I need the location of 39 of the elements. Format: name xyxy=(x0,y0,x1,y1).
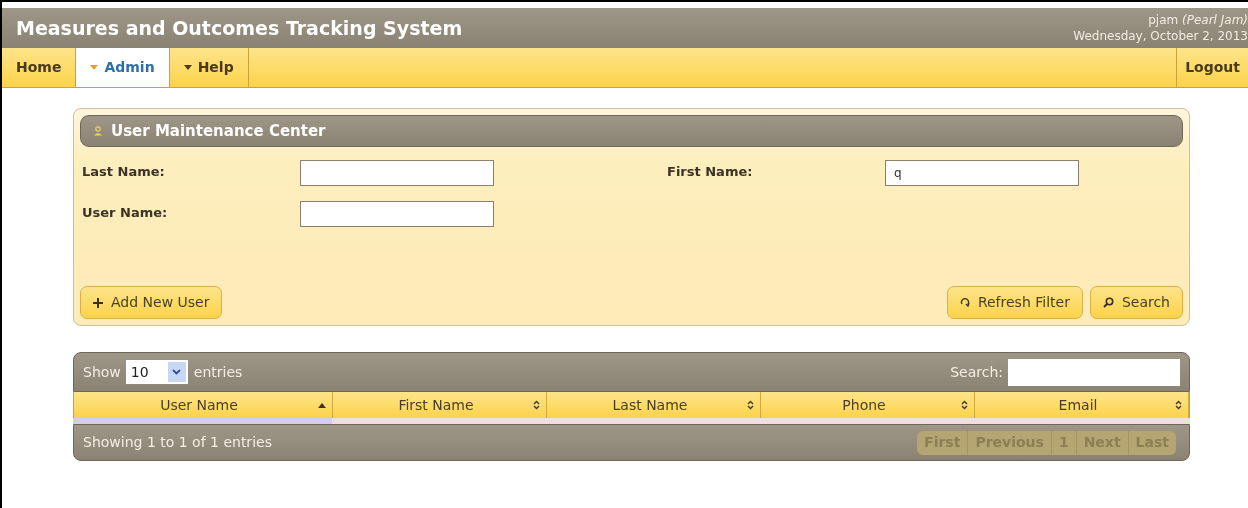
column-header[interactable]: Email xyxy=(975,392,1189,418)
text-field[interactable] xyxy=(300,201,494,227)
sort-icon xyxy=(1175,400,1182,410)
caret-icon xyxy=(183,65,192,70)
text-field[interactable]: q xyxy=(885,160,1079,186)
show-label: Show xyxy=(83,362,121,382)
user-icon xyxy=(93,126,103,136)
search-button[interactable]: Search xyxy=(1089,286,1183,319)
search-icon xyxy=(1102,297,1114,308)
refresh-icon xyxy=(959,297,970,308)
column-header[interactable]: First Name xyxy=(333,392,547,418)
sort-icon xyxy=(747,400,754,410)
add-user-button[interactable]: Add New User xyxy=(80,286,223,319)
current-date: Wednesday, October 2, 2013 xyxy=(1073,28,1248,44)
refresh-filter-button[interactable]: Refresh Filter xyxy=(946,286,1083,319)
sort-icon xyxy=(961,400,968,410)
user-name: pjam (Pearl Jam) xyxy=(1148,12,1248,28)
nav-tab[interactable]: Help xyxy=(169,48,249,87)
chevron-down-icon xyxy=(172,369,182,375)
logout-link[interactable]: Logout xyxy=(1176,48,1248,87)
column-header[interactable]: User Name xyxy=(74,392,333,418)
field-label: User Name: xyxy=(82,204,169,222)
sort-ascending-icon xyxy=(318,402,326,408)
table-search-field[interactable] xyxy=(1008,358,1180,386)
column-header[interactable]: Phone xyxy=(761,392,975,418)
search-label: Search: xyxy=(950,362,1003,382)
table-info: Showing 1 to 1 of 1 entries xyxy=(83,433,272,452)
entries-label: entries xyxy=(193,362,243,382)
plus-icon xyxy=(93,297,103,308)
field-label: First Name: xyxy=(667,163,754,181)
sort-icon xyxy=(533,400,540,410)
text-field[interactable] xyxy=(300,160,494,186)
column-header[interactable]: Last Name xyxy=(547,392,761,418)
caret-icon xyxy=(90,65,99,70)
page-size-select[interactable]: 10 xyxy=(125,360,188,384)
field-label: Last Name: xyxy=(82,163,166,181)
nav-tab[interactable]: Admin xyxy=(76,48,170,87)
panel-title: User Maintenance Center xyxy=(111,120,326,142)
app-title: Measures and Outcomes Tracking System xyxy=(16,15,463,41)
